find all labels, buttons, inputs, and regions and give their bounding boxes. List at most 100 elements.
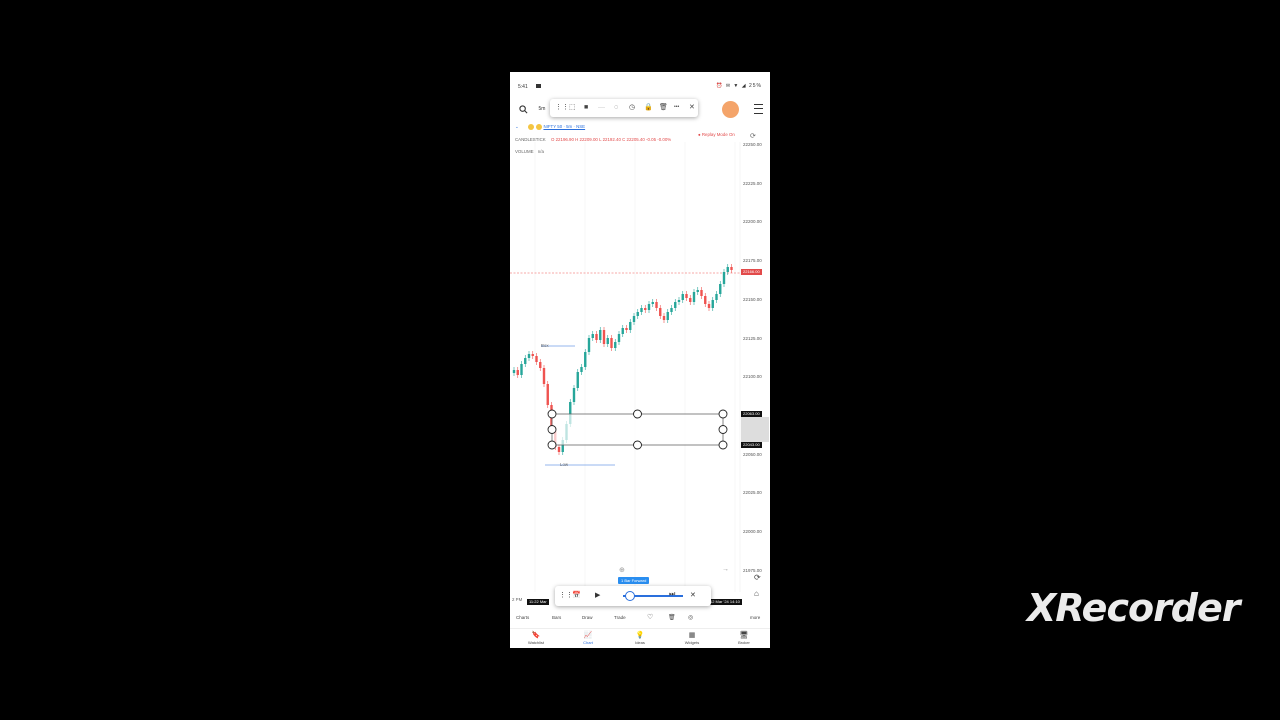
candle-body bbox=[674, 302, 677, 308]
candle-body bbox=[614, 342, 617, 348]
candle-body bbox=[670, 308, 673, 312]
tool-charts[interactable]: Charts bbox=[516, 615, 529, 620]
price-tick: 22175.00 bbox=[743, 258, 762, 264]
box-annotation[interactable]: Box bbox=[541, 343, 549, 348]
price-tick: 22125.00 bbox=[743, 335, 762, 341]
replay-close-icon[interactable]: ✕ bbox=[690, 591, 696, 599]
candle-body bbox=[595, 334, 598, 340]
candle-body bbox=[606, 338, 609, 344]
candle-body bbox=[591, 334, 594, 338]
time-axis-left-label: 2 PM bbox=[512, 597, 523, 602]
chart-icon: 📈 bbox=[583, 632, 593, 639]
time-axis-left-date: 11:22 Mar bbox=[527, 599, 549, 605]
candle-body bbox=[535, 356, 538, 362]
rectangle-handle bbox=[718, 425, 728, 434]
nav-chart-label: Chart bbox=[583, 640, 593, 645]
price-tick: 21975.00 bbox=[743, 567, 762, 573]
current-price-tag: 22166.00 bbox=[741, 269, 762, 275]
candle-body bbox=[651, 302, 654, 304]
candle-body bbox=[722, 272, 726, 284]
candle-body bbox=[655, 302, 658, 308]
price-tick: 22150.00 bbox=[743, 296, 762, 302]
favorite-icon[interactable]: ♡ bbox=[647, 613, 653, 621]
rectangle-handle bbox=[718, 409, 728, 419]
candle-body bbox=[527, 354, 531, 358]
candle-body bbox=[580, 367, 583, 372]
candle-body bbox=[636, 312, 639, 316]
candle-body bbox=[516, 370, 519, 375]
nav-ideas[interactable]: 💡 Ideas bbox=[625, 631, 655, 645]
zoom-icon[interactable]: ⊕ bbox=[619, 566, 625, 574]
camera-icon[interactable]: ◎ bbox=[688, 614, 693, 621]
candle-body bbox=[707, 304, 711, 308]
selected-rectangle-drawing bbox=[551, 413, 724, 446]
rect-bottom-price-tag: 22043.00 bbox=[741, 442, 762, 448]
low-annotation[interactable]: Low bbox=[560, 462, 568, 467]
replay-step-badge: 1 Bar Forward bbox=[618, 577, 650, 584]
candle-body bbox=[689, 298, 692, 302]
price-tick: 22200.00 bbox=[743, 219, 762, 225]
xrecorder-watermark: XRecorder bbox=[1027, 586, 1241, 630]
candle-body bbox=[617, 334, 621, 342]
candle-body bbox=[692, 292, 696, 302]
price-tick: 22250.00 bbox=[743, 142, 762, 147]
candle-body bbox=[647, 304, 651, 310]
price-tick: 22100.00 bbox=[743, 374, 762, 380]
chart-tools-row: Charts Bars Draw Trade ♡ 🗑 ◎ more bbox=[510, 612, 770, 625]
tool-trade[interactable]: Trade bbox=[614, 615, 626, 620]
tool-draw[interactable]: Draw bbox=[582, 615, 593, 620]
candle-body bbox=[685, 294, 688, 298]
phone-screen: 5:41 ⏰ ✉ ▼ ◢ 25% 5m ⋮⋮ ⬚ ■ — ◌ ◷ 🔒 🗑 •••… bbox=[510, 72, 770, 648]
ideas-icon: 💡 bbox=[635, 632, 645, 639]
candle-body bbox=[666, 312, 669, 320]
nav-broker[interactable]: 🖥 Broker bbox=[729, 631, 759, 645]
tools-more[interactable]: more bbox=[750, 615, 760, 620]
widgets-icon: ▦ bbox=[688, 632, 696, 639]
candle-body bbox=[610, 338, 613, 348]
play-icon[interactable]: ▶ bbox=[595, 591, 600, 599]
candle-body bbox=[512, 370, 516, 373]
candle-body bbox=[531, 354, 534, 356]
candle-body bbox=[602, 330, 606, 344]
candle-body bbox=[599, 330, 602, 340]
price-chart[interactable] bbox=[510, 72, 770, 648]
candle-body bbox=[659, 308, 662, 316]
candle-body bbox=[640, 308, 643, 312]
nav-chart[interactable]: 📈 Chart bbox=[573, 631, 603, 645]
candle-body bbox=[681, 294, 684, 300]
scroll-right-icon[interactable]: → bbox=[722, 566, 729, 573]
rect-price-range-highlight bbox=[741, 417, 769, 442]
nav-watchlist[interactable]: 🔖 Watchlist bbox=[521, 631, 551, 645]
tool-bars[interactable]: Bars bbox=[552, 615, 561, 620]
nav-widgets-label: Widgets bbox=[684, 640, 700, 645]
calendar-icon[interactable]: 📅 bbox=[572, 591, 581, 599]
nav-widgets[interactable]: ▦ Widgets bbox=[677, 631, 707, 645]
rectangle-handle bbox=[718, 440, 728, 450]
speed-slider-knob[interactable] bbox=[625, 591, 635, 601]
candle-body bbox=[584, 352, 587, 367]
price-tick: 22225.00 bbox=[743, 180, 762, 186]
candle-body bbox=[572, 388, 576, 402]
candle-body bbox=[711, 300, 714, 308]
bottom-navbar: 🔖 Watchlist 📈 Chart 💡 Ideas ▦ Widgets 🖥 Broke… bbox=[510, 628, 770, 648]
delete-drawings-icon[interactable]: 🗑 bbox=[668, 614, 676, 621]
rectangle-handle bbox=[547, 440, 557, 450]
price-tick: 22050.00 bbox=[743, 451, 762, 457]
nav-broker-label: Broker bbox=[738, 640, 750, 645]
candle-body bbox=[557, 447, 561, 452]
broker-icon: 🖥 bbox=[739, 632, 749, 639]
price-tick: 22000.00 bbox=[743, 529, 762, 534]
reset-chart-icon[interactable]: ⟳ bbox=[754, 573, 761, 582]
candle-body bbox=[539, 362, 542, 368]
replay-drag-handle-icon[interactable]: ⋮⋮ bbox=[559, 591, 573, 599]
price-tick: 22025.00 bbox=[743, 490, 762, 496]
forward-step-icon[interactable]: ⏭ bbox=[669, 591, 675, 599]
candle-body bbox=[625, 328, 628, 330]
home-icon[interactable]: ⌂ bbox=[754, 589, 759, 598]
candle-body bbox=[715, 294, 718, 300]
candle-body bbox=[587, 338, 591, 352]
candle-body bbox=[621, 328, 624, 334]
candle-body bbox=[677, 300, 681, 302]
candle-body bbox=[524, 358, 527, 364]
candle-body bbox=[546, 384, 549, 405]
